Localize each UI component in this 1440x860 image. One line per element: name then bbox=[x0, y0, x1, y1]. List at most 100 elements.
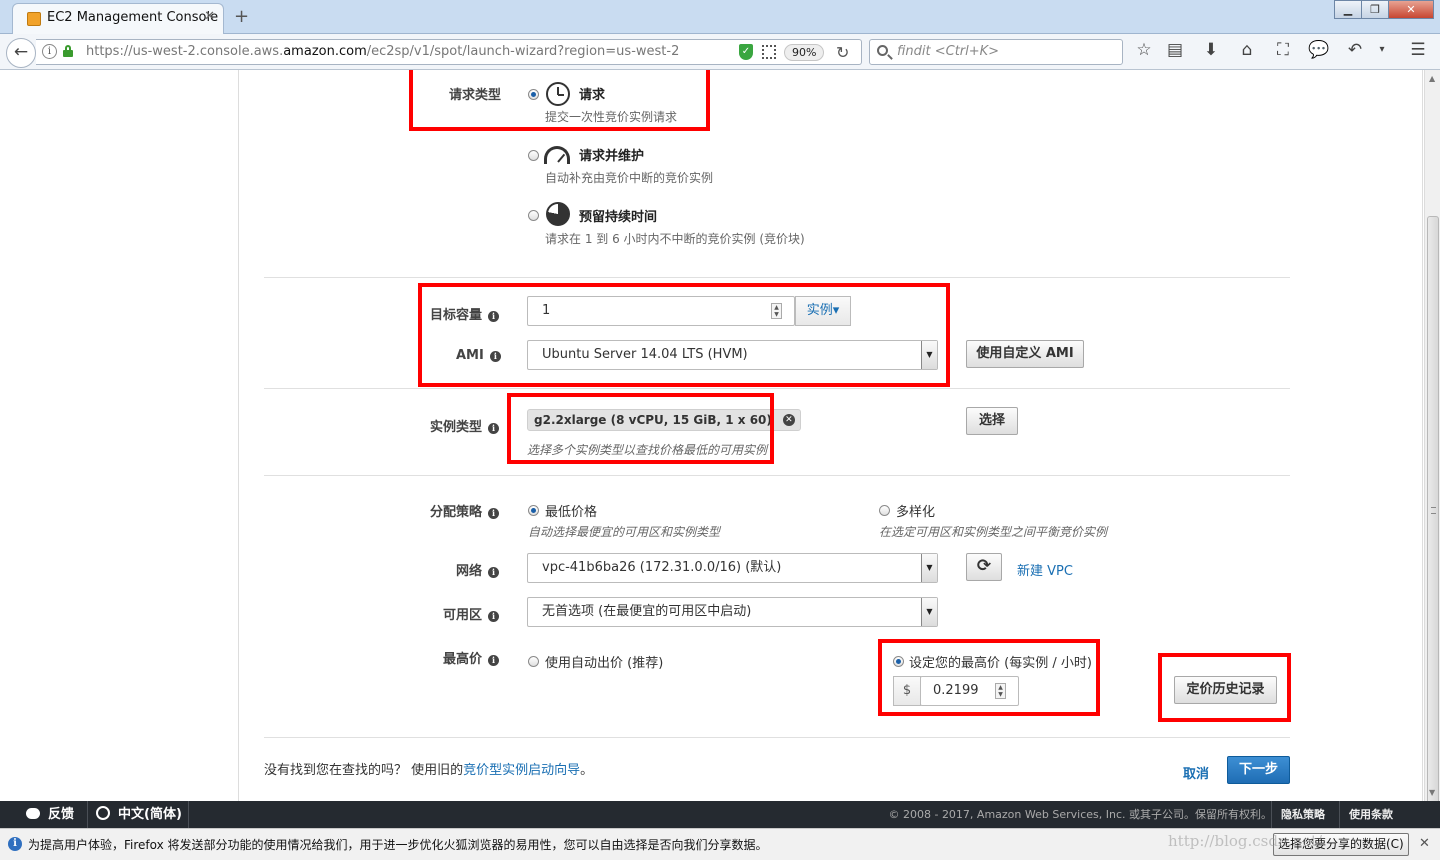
availability-zone-select[interactable]: 无首选项 (在最便宜的可用区中启动) ▼ bbox=[527, 597, 938, 627]
tab-close-icon[interactable]: ✕ bbox=[204, 9, 215, 24]
left-column-divider bbox=[238, 70, 239, 801]
refresh-network-icon[interactable]: ⟳ bbox=[966, 553, 1002, 581]
scroll-up-icon[interactable]: ▲ bbox=[1429, 74, 1435, 83]
select-instance-type-button[interactable]: 选择 bbox=[966, 407, 1018, 435]
annotation-box-request-type bbox=[409, 70, 710, 131]
watermark: http://blog.csdn.net/ bbox=[1168, 832, 1323, 850]
custom-ami-button[interactable]: 使用自定义 AMI bbox=[966, 340, 1084, 368]
next-step-button[interactable]: 下一步 bbox=[1227, 756, 1290, 784]
search-icon bbox=[877, 45, 888, 56]
option-request-maintain-title[interactable]: 请求并维护 bbox=[579, 145, 644, 164]
bookmark-star-icon[interactable]: ☆ bbox=[1132, 40, 1156, 60]
option-request-maintain-desc: 自动补充由竞价中断的竞价实例 bbox=[545, 171, 714, 185]
right-column-divider bbox=[1422, 70, 1423, 801]
gauge-icon bbox=[544, 146, 570, 164]
back-arrow-icon[interactable]: ← bbox=[6, 38, 36, 68]
old-wizard-text: 没有找到您在查找的吗？ 使用旧的竞价型实例启动向导。 bbox=[264, 763, 594, 778]
chevron-down-icon[interactable]: ▼ bbox=[921, 598, 937, 626]
info-icon[interactable]: i bbox=[488, 567, 500, 578]
footer-separator bbox=[188, 801, 189, 828]
radio-auto-bid[interactable] bbox=[528, 656, 539, 667]
reading-list-icon[interactable]: ▤ bbox=[1163, 40, 1187, 60]
scroll-down-icon[interactable]: ▼ bbox=[1429, 788, 1435, 797]
page-content: 请求类型 请求 提交一次性竞价实例请求 请求并维护 自动补充由竞价中断的竞价实例… bbox=[0, 70, 1424, 801]
browser-tab[interactable]: EC2 Management Console ✕ bbox=[12, 3, 224, 34]
aws-favicon-icon bbox=[27, 12, 41, 26]
copyright-text: © 2008 - 2017, Amazon Web Services, Inc.… bbox=[888, 808, 1272, 821]
info-icon[interactable]: i bbox=[488, 655, 500, 666]
url-text[interactable]: https://us-west-2.console.aws.amazon.com… bbox=[86, 44, 679, 59]
zoom-level[interactable]: 90% bbox=[784, 44, 825, 61]
scroll-grip-icon bbox=[1431, 507, 1436, 514]
info-icon[interactable]: i bbox=[488, 423, 500, 434]
footer-separator bbox=[1339, 801, 1340, 828]
info-icon[interactable]: i bbox=[488, 508, 500, 519]
new-vpc-link[interactable]: 新建 VPC bbox=[1017, 560, 1073, 579]
hamburger-menu-icon[interactable]: ☰ bbox=[1406, 40, 1430, 60]
speech-bubble-icon bbox=[26, 808, 40, 819]
page-scrollbar[interactable]: ▲ ▼ bbox=[1424, 70, 1440, 806]
annotation-box-instance-type bbox=[507, 393, 774, 464]
old-wizard-link[interactable]: 竞价型实例启动向导 bbox=[463, 763, 580, 778]
remove-chip-icon[interactable]: ✕ bbox=[782, 414, 795, 426]
instance-type-label: 实例类型 i bbox=[430, 416, 500, 435]
window-close-icon[interactable]: ✕ bbox=[1388, 0, 1434, 19]
option-lowest-price-desc: 自动选择最便宜的可用区和实例类型 bbox=[528, 525, 721, 539]
annotation-box-max-price bbox=[878, 639, 1100, 716]
aws-footer: 反馈 中文(简体) © 2008 - 2017, Amazon Web Serv… bbox=[0, 801, 1440, 828]
new-tab-icon[interactable]: + bbox=[234, 6, 249, 27]
divider bbox=[264, 388, 1290, 389]
cancel-link[interactable]: 取消 bbox=[1183, 763, 1209, 782]
window-controls: ▁ ❐ ✕ bbox=[1334, 0, 1434, 19]
info-circle-icon: i bbox=[8, 837, 22, 851]
info-icon[interactable]: i bbox=[488, 611, 500, 622]
radio-diversified[interactable] bbox=[879, 505, 890, 516]
annotation-box-pricing-history bbox=[1158, 653, 1291, 722]
allocation-strategy-label: 分配策略 i bbox=[430, 501, 500, 520]
crop-icon[interactable]: ⛶ bbox=[1271, 40, 1295, 60]
notification-text: 为提高用户体验，Firefox 将发送部分功能的使用情况给我们，用于进一步优化火… bbox=[28, 838, 768, 852]
terms-of-use-link[interactable]: 使用条款 bbox=[1349, 801, 1393, 828]
chevron-down-icon[interactable]: ▼ bbox=[921, 554, 937, 582]
divider bbox=[264, 277, 1290, 278]
title-bar: EC2 Management Console ✕ + ▁ ❐ ✕ bbox=[0, 0, 1440, 34]
footer-separator bbox=[1271, 801, 1272, 828]
dropdown-chevron-icon[interactable]: ▾ bbox=[1370, 44, 1394, 55]
footer-separator bbox=[87, 801, 88, 828]
shield-icon[interactable]: ✓ bbox=[739, 44, 753, 60]
language-selector[interactable]: 中文(简体) bbox=[96, 801, 182, 828]
pie-timer-icon bbox=[546, 202, 570, 226]
chat-icon[interactable]: 💬 bbox=[1307, 40, 1331, 60]
feedback-button[interactable]: 反馈 bbox=[26, 801, 74, 828]
site-info-icon[interactable]: i bbox=[42, 44, 57, 59]
network-select[interactable]: vpc-41b6ba26 (172.31.0.0/16) (默认) ▼ bbox=[527, 553, 938, 583]
network-label: 网络 i bbox=[456, 560, 500, 579]
radio-lowest-price[interactable] bbox=[528, 505, 539, 516]
globe-icon bbox=[96, 806, 110, 820]
option-reserve-duration-title[interactable]: 预留持续时间 bbox=[579, 206, 657, 225]
qr-code-icon[interactable] bbox=[762, 45, 776, 59]
option-auto-bid[interactable]: 使用自动出价 (推荐) bbox=[545, 652, 663, 671]
undo-icon[interactable]: ↶ bbox=[1343, 40, 1367, 60]
availability-zone-label: 可用区 i bbox=[443, 604, 500, 623]
availability-zone-select-value: 无首选项 (在最便宜的可用区中启动) bbox=[542, 604, 752, 619]
option-lowest-price-title[interactable]: 最低价格 bbox=[545, 501, 597, 520]
privacy-policy-link[interactable]: 隐私策略 bbox=[1281, 801, 1325, 828]
url-bar[interactable]: i https://us-west-2.console.aws.amazon.c… bbox=[36, 39, 862, 65]
scroll-thumb[interactable] bbox=[1427, 216, 1439, 806]
network-select-value: vpc-41b6ba26 (172.31.0.0/16) (默认) bbox=[542, 560, 782, 575]
tab-title: EC2 Management Console bbox=[47, 10, 219, 25]
option-diversified-title[interactable]: 多样化 bbox=[896, 501, 935, 520]
annotation-box-capacity-ami bbox=[418, 283, 950, 387]
maximize-icon[interactable]: ❐ bbox=[1361, 0, 1389, 19]
radio-reserve-duration[interactable] bbox=[528, 210, 539, 221]
radio-request-maintain[interactable] bbox=[528, 150, 539, 161]
download-icon[interactable]: ⬇ bbox=[1199, 40, 1223, 60]
lock-icon[interactable] bbox=[63, 45, 73, 57]
divider bbox=[264, 737, 1290, 738]
minimize-icon[interactable]: ▁ bbox=[1334, 0, 1362, 19]
search-bar[interactable]: findit <Ctrl+K> bbox=[869, 39, 1123, 65]
home-icon[interactable]: ⌂ bbox=[1235, 40, 1259, 60]
reload-icon[interactable]: ↻ bbox=[836, 43, 849, 62]
notification-close-icon[interactable]: ✕ bbox=[1419, 836, 1430, 851]
